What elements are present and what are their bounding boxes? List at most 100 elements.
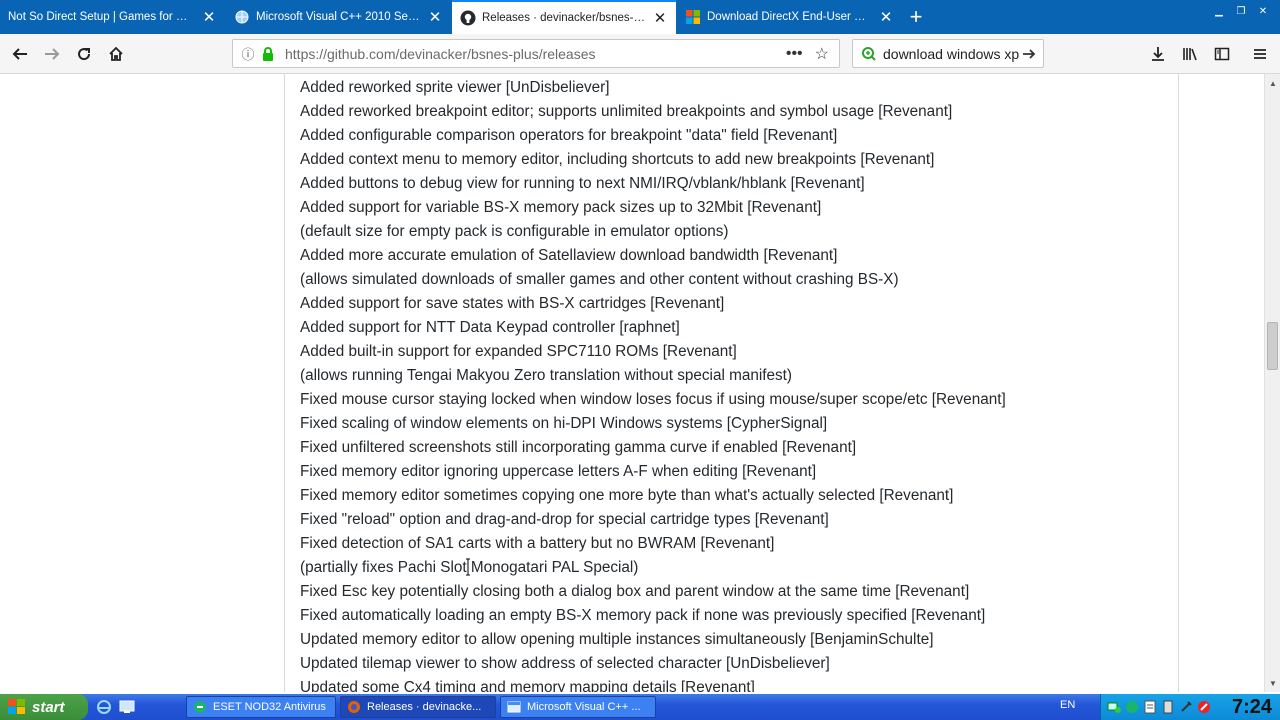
back-button[interactable] [6,40,34,68]
release-note-line: Added support for variable BS-X memory p… [300,199,822,216]
library-icon [1183,48,1197,61]
back-arrow-icon [12,48,27,60]
microsoft-icon [685,9,701,25]
url-text[interactable]: https://github.com/devinacker/bsnes-plus… [277,46,786,62]
release-notes-list: Added reworked sprite viewer [UnDisbelie… [300,76,1006,692]
close-window-icon[interactable]: ✕ [1254,4,1272,18]
taskbar-item-eset[interactable]: ESET NOD32 Antivirus [186,696,336,718]
minimize-icon[interactable]: ▁ [1210,4,1228,18]
release-note-line: Fixed detection of SA1 carts with a batt… [300,535,775,552]
taskbar-item-label: ESET NOD32 Antivirus [213,701,326,713]
github-icon [460,10,476,26]
release-note-line: Added reworked breakpoint editor; suppor… [300,103,953,120]
firefox-icon [348,701,360,713]
library-button[interactable] [1176,40,1204,68]
taskbar-item-label: Releases · devinacke... [367,701,482,713]
reload-icon [78,48,91,61]
menu-button[interactable] [1246,40,1274,68]
scroll-up-icon[interactable]: ▲ [1267,76,1279,90]
tab-visual-cpp[interactable]: Microsoft Visual C++ 2010 Service ✕ [226,0,451,34]
tab-title: Download DirectX End-User Runtim [707,11,872,23]
tab-games-for-windows[interactable]: Not So Direct Setup | Games for Windo ✕ [0,0,225,34]
no-entry-icon[interactable] [1197,700,1211,714]
release-note-line: (partially fixes Pachi Slot Monogatari P… [300,559,639,576]
tab-title: Microsoft Visual C++ 2010 Service [256,11,421,23]
release-note-line: Added buttons to debug view for running … [300,175,865,192]
shield-icon[interactable] [1125,700,1139,714]
release-note-line: Added reworked sprite viewer [UnDisbelie… [300,79,610,96]
new-tab-button[interactable]: + [904,0,928,34]
sidebar-icon [1214,47,1230,61]
taskbar: start ESET NOD32 Antivirus Releases · de… [0,694,1280,720]
release-note-line: Added support for save states with BS-X … [300,295,725,312]
taskbar-item-releases[interactable]: Releases · devinacke... [340,696,496,718]
release-note-line: Fixed memory editor sometimes copying on… [300,487,954,504]
download-icon [1152,47,1164,61]
eset-icon [194,701,206,713]
page-content: Added reworked sprite viewer [UnDisbelie… [0,74,1264,692]
release-note-line: (allows running Tengai Makyou Zero trans… [300,367,793,384]
network-icon[interactable] [1107,700,1121,714]
tab-strip: Not So Direct Setup | Games for Windo ✕ … [0,0,1280,34]
search-go-icon[interactable] [1021,46,1037,62]
address-bar[interactable]: ⓘ https://github.com/devinacker/bsnes-pl… [232,39,840,68]
bookmark-star-icon[interactable]: ☆ [815,44,829,64]
info-icon[interactable]: ⓘ [237,44,259,63]
window-controls: ▁ ❐ ✕ [1210,4,1272,18]
globe-icon [234,9,250,25]
release-note-line: Updated tilemap viewer to show address o… [300,655,830,672]
search-input[interactable]: download windows xp [877,46,1021,62]
navigation-toolbar: ⓘ https://github.com/devinacker/bsnes-pl… [0,34,1280,74]
page-actions-icon[interactable]: ••• [786,45,803,63]
release-note-line: Fixed memory editor ignoring uppercase l… [300,463,817,480]
lock-icon[interactable] [259,46,277,61]
close-icon[interactable]: ✕ [652,10,668,27]
sidebar-button[interactable] [1208,40,1236,68]
release-note-line: Added more accurate emulation of Satella… [300,247,838,264]
release-note-line: Updated memory editor to allow opening m… [300,631,934,648]
release-note-line: Updated some Cx4 timing and memory mappi… [300,679,755,692]
downloads-button[interactable] [1144,40,1172,68]
scroll-thumb[interactable] [1267,322,1278,370]
scroll-down-icon[interactable]: ▼ [1267,676,1279,690]
search-box[interactable]: download windows xp [852,39,1044,68]
home-button[interactable] [102,40,130,68]
usb-icon[interactable] [1161,700,1175,714]
clock[interactable]: 7:24 [1232,696,1272,719]
release-note-line: Added support for NTT Data Keypad contro… [300,319,680,336]
restore-icon[interactable]: ❐ [1232,4,1250,18]
show-desktop-icon[interactable] [117,698,137,716]
text-cursor-icon [466,558,470,576]
start-label: start [32,698,65,716]
search-engine-icon[interactable] [861,46,877,62]
release-note-line: Fixed unfiltered screenshots still incor… [300,439,857,456]
release-note-line: (allows simulated downloads of smaller g… [300,271,899,288]
release-note-line: Added built-in support for expanded SPC7… [300,343,737,360]
document-icon[interactable] [1143,700,1157,714]
vertical-scrollbar[interactable]: ▲ ▼ [1264,74,1280,692]
tab-title: Releases · devinacker/bsnes-plus [482,12,646,24]
forward-arrow-icon [45,48,60,60]
close-icon[interactable]: ✕ [427,9,443,26]
release-note-line: Fixed Esc key potentially closing both a… [300,583,970,600]
release-note-line: Added context menu to memory editor, inc… [300,151,935,168]
taskbar-item-visual-cpp[interactable]: Microsoft Visual C++ ... [500,696,656,718]
hamburger-menu-icon [1254,49,1266,59]
language-indicator[interactable]: EN [1060,699,1075,711]
start-button[interactable]: start [0,694,88,720]
close-icon[interactable]: ✕ [201,9,217,26]
taskbar-item-label: Microsoft Visual C++ ... [527,701,641,713]
ie-quicklaunch-icon[interactable] [94,698,114,716]
tab-title: Not So Direct Setup | Games for Windo [8,11,195,23]
window-icon [507,701,521,713]
tab-releases[interactable]: Releases · devinacker/bsnes-plus ✕ [452,0,676,34]
forward-button[interactable] [38,40,66,68]
release-note-line: (default size for empty pack is configur… [300,223,729,240]
reload-button[interactable] [70,40,98,68]
plug-icon[interactable] [1179,700,1193,714]
tab-directx[interactable]: Download DirectX End-User Runtim ✕ [677,0,902,34]
release-note-line: Fixed automatically loading an empty BS-… [300,607,986,624]
windows-logo-icon [8,699,25,714]
release-note-line: Fixed scaling of window elements on hi-D… [300,415,828,432]
close-icon[interactable]: ✕ [878,9,894,26]
